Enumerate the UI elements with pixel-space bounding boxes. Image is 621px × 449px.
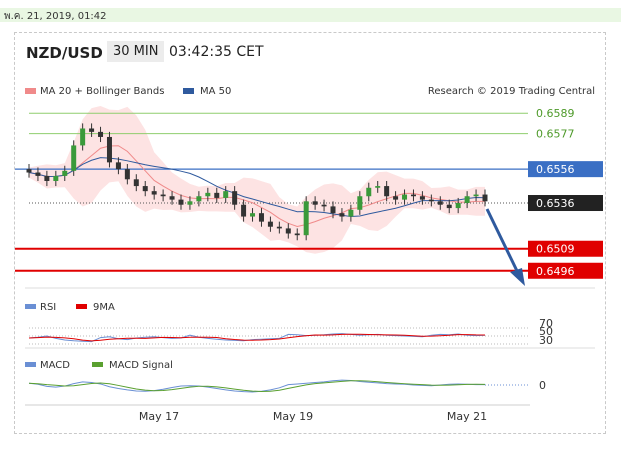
candle-body [205, 192, 211, 197]
candle-body [98, 131, 104, 137]
timestamp: พ.ค. 21, 2019, 01:42 [4, 11, 107, 22]
candle-body [267, 221, 273, 227]
candle-body [285, 228, 291, 234]
candle-body [366, 187, 372, 197]
candle-body [464, 196, 470, 204]
credit: Research © 2019 Trading Central [428, 86, 595, 97]
macd-signal-legend-swatch [92, 362, 103, 367]
macd-zero-label: 0 [539, 379, 546, 392]
chart-panel: NZD/USD 30 MIN 03:42:35 CET MA 20 + Boll… [14, 32, 606, 434]
x-label-may21: May 21 [447, 410, 487, 423]
rsi-30-label: 30 [539, 334, 553, 347]
macd-legend-label: MACD [40, 360, 70, 371]
candle-body [124, 169, 130, 180]
candle-body [232, 191, 238, 205]
ma50-legend-swatch [183, 88, 194, 94]
x-label-may17: May 17 [139, 410, 179, 423]
candle-body [115, 162, 121, 170]
candle-body [196, 196, 202, 202]
bollinger-bands [29, 106, 485, 254]
current-price-label: 0.6536 [536, 197, 575, 210]
candle-body [357, 196, 363, 210]
candle-body [106, 136, 112, 163]
forecast-arrow-line [485, 208, 520, 274]
bb-legend-label: MA 20 + Bollinger Bands [40, 86, 164, 97]
candle-body [375, 186, 381, 188]
level-label-2: 0.6556 [536, 163, 575, 176]
candle-body [223, 191, 229, 198]
candle-body [419, 196, 425, 200]
macd-line [28, 379, 485, 393]
candle-body [348, 209, 354, 217]
candle-body [187, 201, 193, 205]
rsi-pane [28, 327, 530, 345]
price-level-labels: 0.6589 0.6577 0.6556 0.6536 0.6509 0.6496 [528, 107, 603, 279]
chart-svg: MA 20 + Bollinger Bands MA 50 Research ©… [15, 86, 603, 423]
candle-body [294, 233, 300, 236]
level-label-1: 0.6577 [536, 128, 575, 141]
candle-body [446, 204, 452, 209]
rsi-ma-line [28, 333, 486, 342]
candle-body [142, 186, 148, 192]
candle-body [455, 203, 461, 209]
bb-legend-swatch [25, 88, 36, 94]
candle-body [330, 206, 336, 214]
candle-body [151, 191, 157, 195]
candle-body [80, 128, 86, 146]
x-label-may19: May 19 [273, 410, 313, 423]
candle-body [35, 172, 41, 176]
candle-body [169, 196, 175, 200]
candle-body [258, 213, 264, 222]
bollinger-band-fill [29, 106, 485, 254]
candle-body [384, 186, 390, 197]
ma50-legend-label: MA 50 [200, 86, 231, 97]
candle-body [428, 199, 434, 202]
candle-body [89, 128, 95, 132]
candle-body [339, 213, 345, 217]
candle-body [133, 179, 139, 187]
rsi-ma-legend-label: 9MA [93, 302, 115, 313]
candle-body [53, 175, 59, 181]
candle-body [44, 175, 50, 181]
candle-body [26, 169, 32, 173]
candle-body [402, 194, 408, 200]
candle-body [214, 192, 220, 198]
candle-body [437, 201, 443, 205]
candle-body [178, 199, 184, 205]
macd-legend-swatch [25, 362, 36, 367]
candle-body [473, 194, 479, 197]
candle-body [276, 226, 282, 229]
candle-body [62, 170, 68, 176]
macd-pane [28, 379, 530, 393]
candle-body [160, 194, 166, 197]
candle-body [482, 194, 488, 202]
rsi-legend-swatch [25, 304, 36, 309]
candle-body [71, 145, 77, 171]
macd-signal-legend-label: MACD Signal [109, 360, 173, 371]
candle-body [410, 194, 416, 197]
candle-body [241, 204, 247, 217]
level-label-4: 0.6509 [536, 243, 575, 256]
level-label-0: 0.6589 [536, 107, 575, 120]
candle-body [393, 196, 399, 200]
candle-body [303, 201, 309, 236]
level-label-5: 0.6496 [536, 265, 575, 278]
candle-body [312, 201, 318, 205]
rsi-legend-label: RSI [40, 302, 56, 313]
macd-signal-line [28, 380, 486, 392]
timestamp-bar: พ.ค. 21, 2019, 01:42 [0, 8, 621, 22]
candle-body [321, 204, 327, 207]
candle-body [250, 213, 256, 217]
rsi-ma-legend-swatch [76, 304, 87, 309]
